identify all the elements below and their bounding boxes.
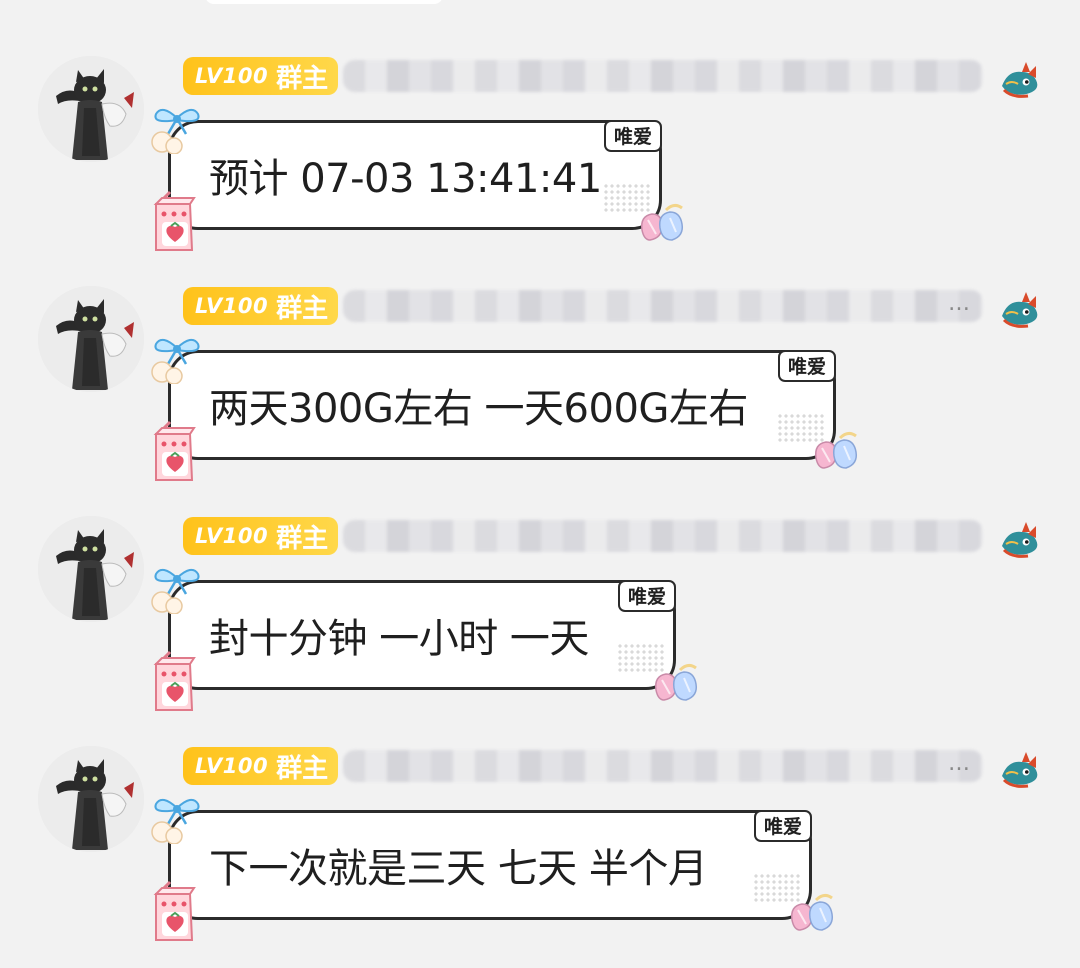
avatar[interactable]: [38, 286, 144, 392]
message-bubble[interactable]: 下一次就是三天 七天 半个月 唯爱: [168, 810, 812, 920]
avatar[interactable]: [38, 746, 144, 852]
dragon-icon[interactable]: [998, 520, 1042, 560]
level-label: LV100: [195, 294, 269, 318]
chat-message: LV100 群主 封十分钟 一小时 一天 唯爱: [0, 460, 1080, 711]
avatar[interactable]: [38, 516, 144, 622]
level-badge[interactable]: LV100 群主: [183, 517, 339, 555]
custom-tag: 唯爱: [753, 810, 812, 842]
sender-name-row: LV100 群主 …: [183, 747, 983, 785]
custom-tag: 唯爱: [617, 580, 676, 612]
dragon-icon[interactable]: [998, 60, 1042, 100]
custom-tag: 唯爱: [603, 120, 662, 152]
chat-message: LV100 群主 … 两天300G左右 一天600G左右 唯爱: [0, 230, 1080, 481]
message-bubble[interactable]: 两天300G左右 一天600G左右 唯爱: [168, 350, 836, 460]
message-text: 下一次就是三天 七天 半个月: [209, 846, 708, 892]
mitten-icon: [790, 893, 834, 931]
cat-avatar-icon: [38, 516, 144, 622]
level-badge[interactable]: LV100 群主: [183, 747, 339, 785]
level-label: LV100: [195, 64, 269, 88]
avatar[interactable]: [38, 56, 144, 162]
sender-name-row: LV100 群主: [183, 517, 983, 555]
blurred-sender-name: [343, 750, 983, 782]
message-bubble[interactable]: 预计 07-03 13:41:41 唯爱: [168, 120, 662, 230]
blurred-sender-name: [343, 290, 983, 322]
level-badge[interactable]: LV100 群主: [183, 57, 339, 95]
sender-name-row: LV100 群主 …: [183, 287, 983, 325]
blurred-sender-name: [343, 60, 983, 92]
cat-avatar-icon: [38, 56, 144, 162]
message-text: 预计 07-03 13:41:41: [209, 156, 602, 202]
blue-bow-icon: [151, 108, 200, 154]
dragon-icon[interactable]: [998, 750, 1042, 790]
strawberry-juice-icon: [153, 880, 196, 941]
name-ellipsis: …: [948, 751, 970, 776]
role-label: 群主: [276, 293, 329, 324]
chat-message: LV100 群主 预计 07-03 13:41:41 唯爱: [0, 0, 1080, 251]
chat-message: LV100 群主 … 下一次就是三天 七天 半个月 唯爱: [0, 690, 1080, 941]
cat-avatar-icon: [38, 286, 144, 392]
level-label: LV100: [195, 524, 269, 548]
message-text: 封十分钟 一小时 一天: [209, 616, 589, 662]
custom-tag: 唯爱: [777, 350, 836, 382]
role-label: 群主: [276, 63, 329, 94]
blue-bow-icon: [151, 338, 200, 384]
blue-bow-icon: [151, 568, 200, 614]
cat-avatar-icon: [38, 746, 144, 852]
role-label: 群主: [276, 523, 329, 554]
level-label: LV100: [195, 754, 269, 778]
sender-name-row: LV100 群主: [183, 57, 983, 95]
message-bubble[interactable]: 封十分钟 一小时 一天 唯爱: [168, 580, 676, 690]
blue-bow-icon: [151, 798, 200, 844]
blurred-sender-name: [343, 520, 983, 552]
dragon-icon[interactable]: [998, 290, 1042, 330]
message-text: 两天300G左右 一天600G左右: [209, 386, 748, 432]
role-label: 群主: [276, 753, 329, 784]
level-badge[interactable]: LV100 群主: [183, 287, 339, 325]
name-ellipsis: …: [948, 291, 970, 316]
